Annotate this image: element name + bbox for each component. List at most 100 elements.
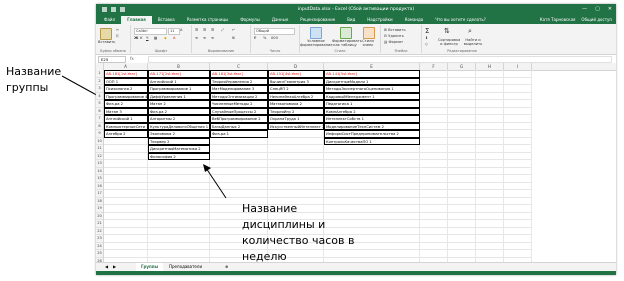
group-name-cell[interactable]: АВ-161[3st-Year] [210, 70, 268, 78]
empty-cell[interactable] [448, 160, 476, 168]
discipline-cell[interactable]: МетодыЭкспертногоОценивания 1 [324, 85, 420, 93]
empty-cell[interactable] [268, 130, 324, 138]
empty-cell[interactable] [104, 242, 148, 250]
comma-icon[interactable]: 000 [271, 36, 278, 40]
empty-cell[interactable] [104, 167, 148, 175]
empty-cell[interactable] [448, 100, 476, 108]
empty-cell[interactable] [476, 197, 504, 205]
row-header[interactable]: 25 [96, 250, 103, 258]
empty-cell[interactable] [476, 107, 504, 115]
discipline-cell[interactable]: Матан 3 [104, 107, 148, 115]
empty-cell[interactable] [448, 250, 476, 258]
empty-cell[interactable] [268, 175, 324, 183]
empty-cell[interactable] [420, 130, 448, 138]
row-header[interactable]: 16 [96, 183, 103, 190]
empty-cell[interactable] [448, 92, 476, 100]
empty-cell[interactable] [448, 242, 476, 250]
bold-button[interactable]: Ж [134, 36, 138, 40]
empty-cell[interactable] [268, 137, 324, 145]
merge-icon[interactable]: ⊞ [232, 36, 235, 40]
tab-6[interactable]: Рецензирование [294, 16, 341, 24]
empty-cell[interactable] [104, 227, 148, 235]
row-header[interactable]: 3 [96, 85, 103, 93]
empty-cell[interactable] [476, 145, 504, 153]
font-name-select[interactable]: Calibri [134, 28, 167, 35]
empty-cell[interactable] [420, 197, 448, 205]
column-header[interactable]: B [148, 63, 210, 70]
empty-cell[interactable] [476, 227, 504, 235]
format-table-icon[interactable] [340, 27, 352, 39]
empty-cell[interactable] [504, 92, 532, 100]
empty-cell[interactable] [448, 175, 476, 183]
conditional-format-button[interactable]: Условное форматирование [300, 39, 333, 47]
close-button[interactable]: ✕ [608, 6, 612, 12]
row-header[interactable]: 12 [96, 153, 103, 160]
discipline-cell[interactable]: БазыДанных 2 [210, 122, 268, 130]
row-header[interactable]: 15 [96, 175, 103, 183]
group-name-cell[interactable]: АВ-151[4st-Year] [268, 70, 324, 78]
empty-cell[interactable] [104, 160, 148, 168]
row-header[interactable]: 4 [96, 93, 103, 100]
empty-cell[interactable] [420, 160, 448, 168]
empty-cell[interactable] [104, 212, 148, 220]
empty-cell[interactable] [420, 220, 448, 228]
tab-2[interactable]: Вставка [152, 16, 181, 24]
empty-cell[interactable] [104, 182, 148, 190]
cell-styles-button[interactable]: Стили ячеек [358, 39, 378, 47]
row-header[interactable]: 20 [96, 213, 103, 220]
discipline-cell[interactable]: КонтрольКачестваПО 1 [324, 137, 420, 145]
discipline-cell[interactable]: Психология 2 [104, 85, 148, 93]
column-header[interactable]: G [448, 63, 476, 70]
row-header[interactable]: 24 [96, 243, 103, 250]
empty-cell[interactable] [504, 160, 532, 168]
discipline-cell[interactable]: НелинейнаяАлгебра 2 [268, 92, 324, 100]
empty-cell[interactable] [504, 100, 532, 108]
empty-cell[interactable] [476, 122, 504, 130]
row-header[interactable]: 18 [96, 198, 103, 205]
insert-cells-button[interactable]: ⊞ Вставить [384, 28, 406, 32]
empty-cell[interactable] [504, 197, 532, 205]
row-header[interactable]: 21 [96, 220, 103, 228]
fill-color-icon[interactable]: ◆ [164, 36, 167, 40]
discipline-cell[interactable]: МатМоделирование 3 [210, 85, 268, 93]
font-size-select[interactable]: 11 [168, 28, 180, 35]
discipline-cell[interactable]: Физ-ра 2 [104, 100, 148, 108]
row-header[interactable]: 6 [96, 108, 103, 115]
empty-cell[interactable] [504, 107, 532, 115]
discipline-cell[interactable]: Матан 2 [148, 100, 210, 108]
empty-cell[interactable] [104, 152, 148, 160]
empty-cell[interactable] [420, 182, 448, 190]
empty-cell[interactable] [104, 197, 148, 205]
empty-cell[interactable] [210, 152, 268, 160]
empty-cell[interactable] [420, 167, 448, 175]
empty-cell[interactable] [148, 220, 210, 228]
discipline-cell[interactable]: КадровыйМенеджмент 1 [324, 92, 420, 100]
empty-cell[interactable] [420, 152, 448, 160]
empty-cell[interactable] [476, 137, 504, 145]
empty-cell[interactable] [210, 137, 268, 145]
empty-cell[interactable] [420, 85, 448, 93]
discipline-cell[interactable]: МетодыОптимизации 2 [210, 92, 268, 100]
tab-5[interactable]: Данные [266, 16, 294, 24]
discipline-cell[interactable]: ИскусственныйИнтеллект 2 [268, 122, 324, 130]
row-header[interactable]: 19 [96, 205, 103, 213]
empty-cell[interactable] [420, 190, 448, 198]
percent-icon[interactable]: % [263, 36, 266, 40]
account-name[interactable]: Катя Тарновская [540, 17, 576, 22]
row-header[interactable]: 5 [96, 100, 103, 108]
row-header[interactable]: 11 [96, 145, 103, 153]
currency-icon[interactable]: ₽ [254, 36, 256, 40]
empty-cell[interactable] [504, 130, 532, 138]
empty-cell[interactable] [448, 190, 476, 198]
empty-cell[interactable] [448, 152, 476, 160]
empty-cell[interactable] [448, 70, 476, 78]
empty-cell[interactable] [420, 205, 448, 213]
empty-cell[interactable] [104, 205, 148, 213]
discipline-cell[interactable]: Физ-ра 1 [210, 130, 268, 138]
align-right-icon[interactable]: ≡ [211, 36, 214, 40]
select-all-corner[interactable] [96, 63, 104, 70]
delete-cells-button[interactable]: ⊟ Удалить [384, 34, 404, 38]
borders-icon[interactable]: ▦ [154, 36, 157, 40]
empty-cell[interactable] [210, 145, 268, 153]
empty-cell[interactable] [448, 182, 476, 190]
